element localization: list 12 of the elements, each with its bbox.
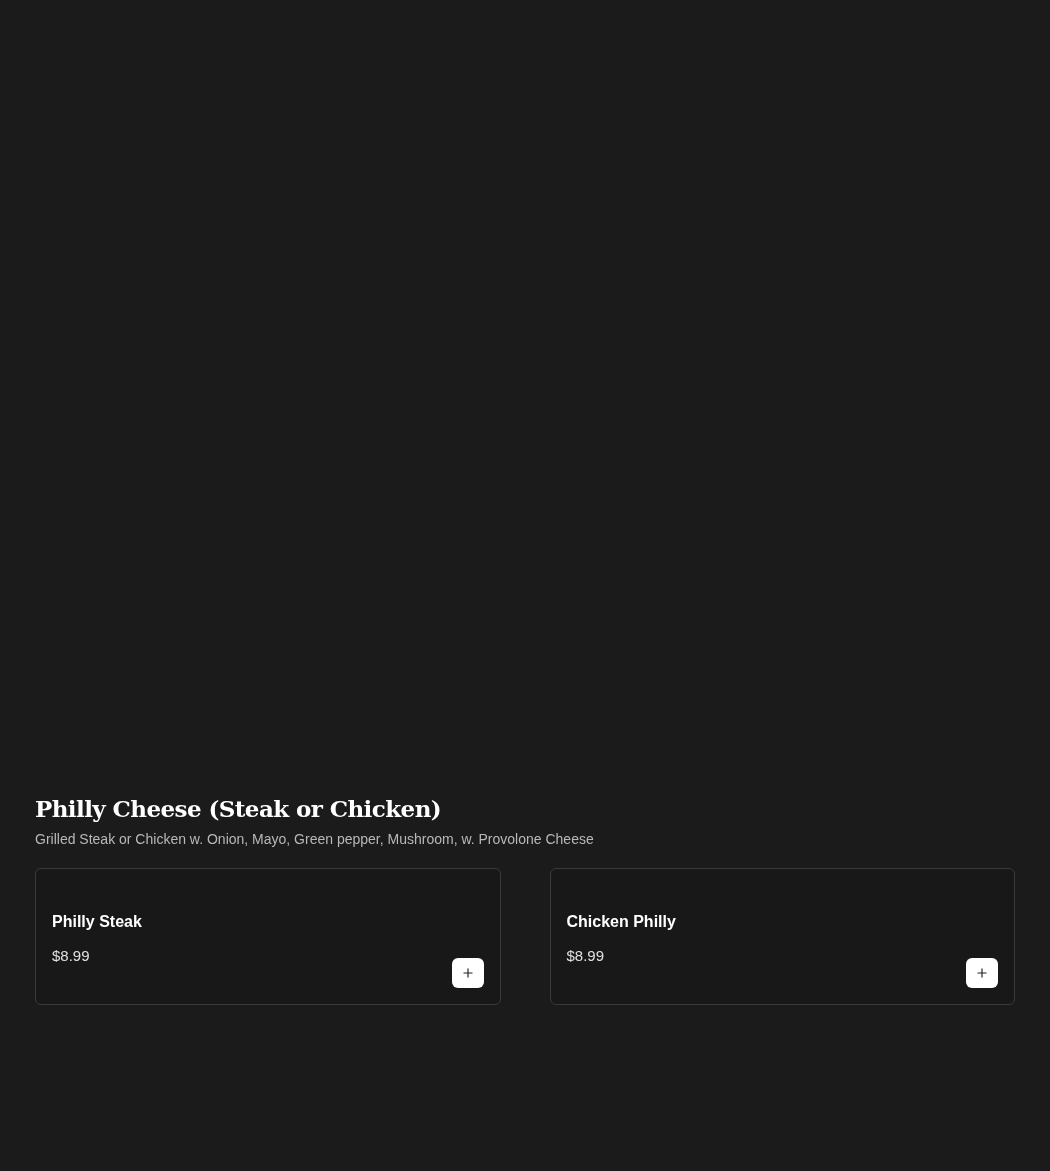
- item-price: $8.99: [566, 946, 605, 966]
- plus-icon: [460, 966, 475, 980]
- plus-icon: [975, 966, 989, 980]
- add-button[interactable]: [451, 958, 484, 988]
- menu-item-card[interactable]: Chicken Philly $8.99: [549, 868, 1015, 1005]
- section-title: Philly Cheese (Steak or Chicken): [35, 794, 442, 824]
- item-price: $8.99: [52, 946, 90, 966]
- item-name: Chicken Philly: [566, 912, 676, 932]
- add-button[interactable]: [966, 958, 998, 988]
- item-name: Philly Steak: [52, 912, 142, 932]
- section-description: Grilled Steak or Chicken w. Onion, Mayo, Green pepper, Mushroom, w. Provolone Cheese: [35, 830, 594, 849]
- menu-item-card[interactable]: Philly Steak $8.99: [35, 868, 501, 1005]
